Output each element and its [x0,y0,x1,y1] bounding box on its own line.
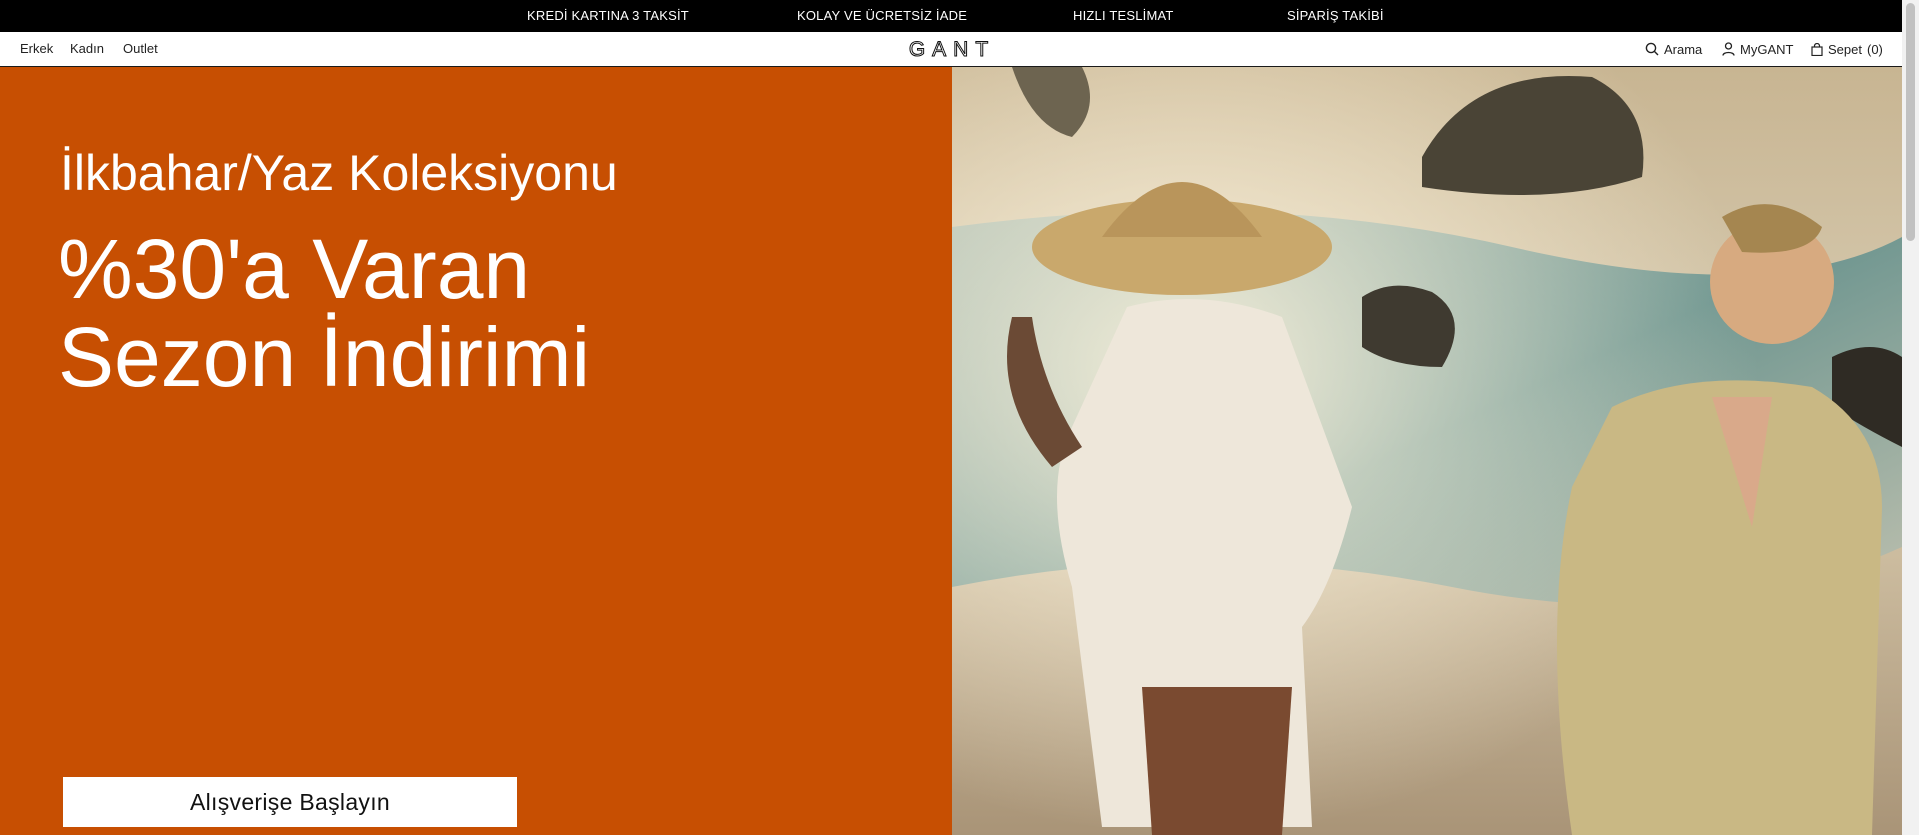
hero-promo-panel: İlkbahar/Yaz Koleksiyonu %30'a Varan Sez… [0,67,952,835]
nav-men[interactable]: Erkek [20,32,53,66]
page-scrollbar[interactable] [1902,0,1919,835]
user-icon [1722,42,1735,56]
svg-text:GANT: GANT [909,38,995,60]
search-label: Arama [1664,41,1703,57]
hero-eyebrow: İlkbahar/Yaz Koleksiyonu [60,145,618,201]
nav-women[interactable]: Kadın [70,32,104,66]
hero-title-line-2: Sezon İndirimi [58,310,591,404]
gant-logo[interactable]: GANT [895,38,1009,60]
cart-count: (0) [1866,41,1883,57]
beach-fashion-photo [952,67,1902,835]
hero-image[interactable] [952,67,1902,835]
bag-icon [1811,42,1823,56]
announcement-installments[interactable]: KREDİ KARTINA 3 TAKSİT [527,0,689,32]
announcement-returns[interactable]: KOLAY VE ÜCRETSİZ İADE [797,0,967,32]
search-icon [1645,42,1659,56]
announcement-bar: KREDİ KARTINA 3 TAKSİT KOLAY VE ÜCRETSİZ… [0,0,1902,32]
site-header: Erkek Kadın Outlet GANT Arama MyGANT Sep… [0,32,1902,67]
hero-title-line-1: %30'a Varan [58,222,531,316]
search-button[interactable]: Arama [1645,32,1702,66]
scrollbar-thumb[interactable] [1906,3,1915,241]
announcement-order-tracking[interactable]: SİPARİŞ TAKİBİ [1287,0,1384,32]
nav-outlet[interactable]: Outlet [123,32,158,66]
announcement-delivery[interactable]: HIZLI TESLİMAT [1073,0,1174,32]
account-label: MyGANT [1740,41,1794,57]
cart-label: Sepet [1828,41,1862,57]
cart-button[interactable]: Sepet (0) [1811,32,1883,66]
start-shopping-button[interactable]: Alışverişe Başlayın [63,777,517,827]
account-button[interactable]: MyGANT [1722,32,1793,66]
hero-title: %30'a Varan Sezon İndirimi [58,225,590,401]
